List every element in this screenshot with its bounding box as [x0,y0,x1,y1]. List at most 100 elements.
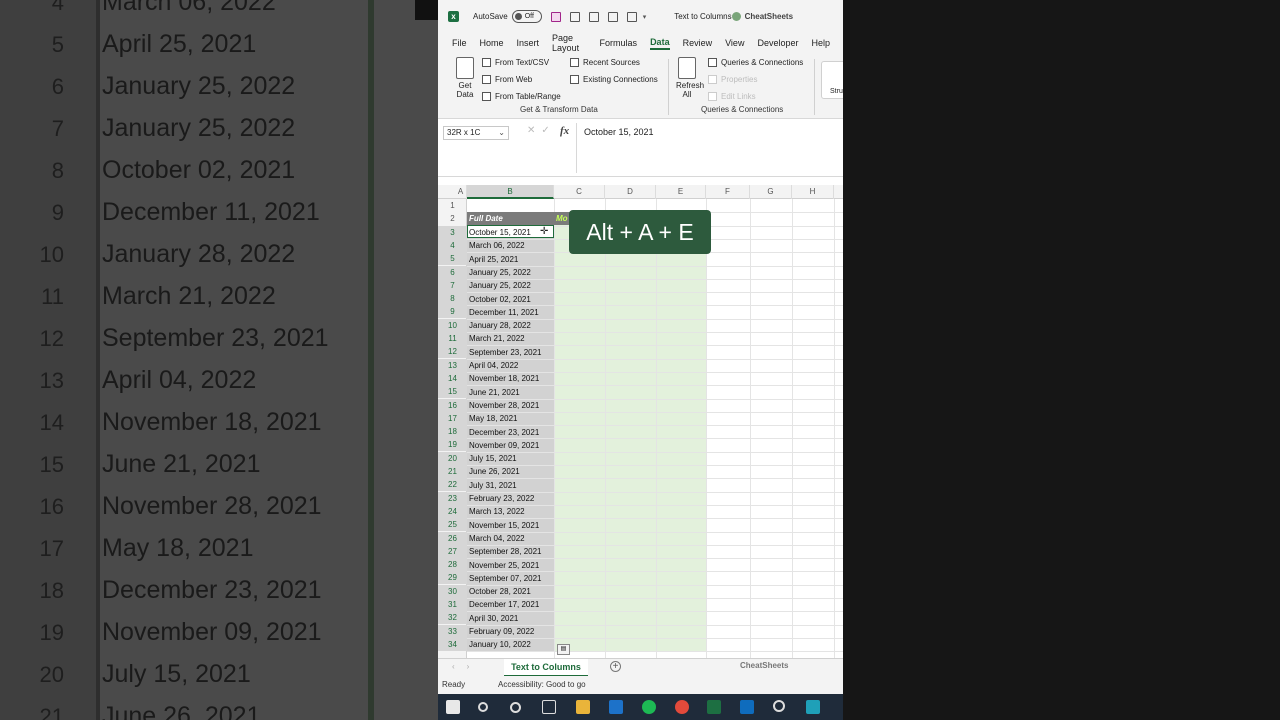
column-header-d[interactable]: D [605,185,656,199]
row-header[interactable]: 32 [438,611,467,625]
from-text-csv-button[interactable]: From Text/CSV [482,58,549,67]
date-cell[interactable]: October 28, 2021 [469,585,531,598]
obs-icon[interactable] [773,700,785,712]
date-cell[interactable]: November 28, 2021 [469,399,539,412]
row-header[interactable]: 17 [438,411,467,425]
worksheet-grid[interactable]: ABCDEFGH 1 2 3 4 5 6 7 8 9 10 11 12 13 14 15 16 17 18 19 20… [438,185,843,658]
from-web-button[interactable]: From Web [482,75,532,84]
header-cell-full-date[interactable]: Full Date [467,212,554,225]
file-explorer-icon[interactable] [576,700,590,714]
row-header[interactable]: 2 [438,212,467,225]
date-cell[interactable]: March 21, 2022 [469,332,525,345]
tab-review[interactable]: Review [683,38,713,48]
add-sheet-icon[interactable]: + [610,661,621,672]
insert-function-icon[interactable]: fx [560,125,569,137]
print-icon[interactable] [607,11,618,22]
outlook-icon[interactable] [740,700,754,714]
tab-developer[interactable]: Developer [757,38,798,48]
windows-start-icon[interactable] [446,700,460,714]
row-header[interactable]: 22 [438,478,467,492]
column-header-f[interactable]: F [706,185,750,199]
formula-cancel-enter-icons[interactable]: ✕✓ [527,125,556,136]
date-cell[interactable]: January 28, 2022 [469,319,531,332]
get-data-button[interactable]: Get Data [454,57,476,99]
task-view-icon[interactable] [542,700,556,714]
existing-connections-button[interactable]: Existing Connections [570,75,658,84]
row-header[interactable]: 16 [438,398,467,412]
date-cell[interactable]: September 28, 2021 [469,545,542,558]
date-cell[interactable]: October 02, 2021 [469,293,531,306]
date-cell[interactable]: November 18, 2021 [469,372,539,385]
sheet-tab-text-to-columns[interactable]: Text to Columns [504,659,588,677]
row-header[interactable]: 10 [438,318,467,332]
date-cell[interactable]: January 25, 2022 [469,279,531,292]
autosave-toggle[interactable]: Off [511,10,542,23]
row-header[interactable]: 13 [438,358,467,372]
new-file-icon[interactable] [588,11,599,22]
row-header[interactable]: 5 [438,252,467,266]
date-cell[interactable]: April 04, 2022 [469,359,518,372]
date-cell[interactable]: February 09, 2022 [469,625,534,638]
stocks-button[interactable]: Stru [821,61,843,99]
date-cell[interactable]: November 15, 2021 [469,519,539,532]
row-header[interactable]: 11 [438,332,467,345]
row-header[interactable]: 28 [438,558,467,572]
row-header[interactable]: 27 [438,544,467,558]
date-cell[interactable]: September 23, 2021 [469,346,542,359]
date-cell[interactable]: April 30, 2021 [469,612,518,625]
row-header[interactable]: 4 [438,238,467,252]
row-header[interactable]: 29 [438,571,467,585]
date-cell[interactable]: November 25, 2021 [469,559,539,572]
refresh-all-button[interactable]: Refresh All [676,57,704,99]
format-painter-icon[interactable] [569,11,580,22]
app-icon[interactable] [806,700,820,714]
column-header-c[interactable]: C [554,185,605,199]
from-table-range-button[interactable]: From Table/Range [482,92,561,101]
date-cell[interactable]: July 31, 2021 [469,479,517,492]
save-icon[interactable] [550,11,561,22]
tab-formulas[interactable]: Formulas [600,38,638,48]
open-folder-icon[interactable] [626,11,637,22]
row-header[interactable]: 31 [438,598,467,611]
cortana-icon[interactable] [510,702,521,713]
sheet-nav-arrows[interactable]: ‹› [452,662,481,671]
date-cell[interactable]: December 17, 2021 [469,598,539,611]
date-cell[interactable]: October 15, 2021 [469,226,531,239]
row-header[interactable]: 33 [438,624,467,638]
row-header[interactable]: 23 [438,491,467,505]
row-header[interactable]: 7 [438,278,467,292]
date-cell[interactable]: February 23, 2022 [469,492,534,505]
recent-sources-button[interactable]: Recent Sources [570,58,640,67]
date-cell[interactable]: December 11, 2021 [469,306,539,319]
column-header-h[interactable]: H [792,185,834,199]
row-header[interactable]: 1 [438,199,467,212]
date-cell[interactable]: March 06, 2022 [469,239,525,252]
row-header[interactable]: 25 [438,518,467,532]
row-header[interactable]: 15 [438,385,467,399]
search-icon[interactable] [478,702,488,712]
properties-button[interactable]: Properties [708,75,757,84]
tab-help[interactable]: Help [811,38,830,48]
tab-view[interactable]: View [725,38,744,48]
row-header[interactable]: 14 [438,371,467,385]
date-cell[interactable]: January 10, 2022 [469,638,531,651]
date-cell[interactable]: June 26, 2021 [469,465,520,478]
tab-home[interactable]: Home [480,38,504,48]
date-cell[interactable]: June 21, 2021 [469,386,520,399]
row-header[interactable]: 34 [438,637,467,651]
tab-insert[interactable]: Insert [517,38,540,48]
date-cell[interactable]: December 23, 2021 [469,426,539,439]
accessibility-status[interactable]: Accessibility: Good to go [498,676,586,694]
row-header[interactable]: 21 [438,465,467,478]
row-header[interactable]: 20 [438,451,467,465]
spotify-icon[interactable] [642,700,656,714]
row-header[interactable]: 6 [438,265,467,279]
row-header[interactable]: 26 [438,531,467,545]
customize-toolbar-icon[interactable]: ▾ [643,13,647,21]
paste-options-icon[interactable]: ▤ [557,644,570,655]
column-header-g[interactable]: G [750,185,792,199]
name-box[interactable]: 32R x 1C ⌄ [443,126,509,140]
tab-file[interactable]: File [452,38,467,48]
row-header[interactable]: 9 [438,305,467,319]
date-cell[interactable]: July 15, 2021 [469,452,517,465]
